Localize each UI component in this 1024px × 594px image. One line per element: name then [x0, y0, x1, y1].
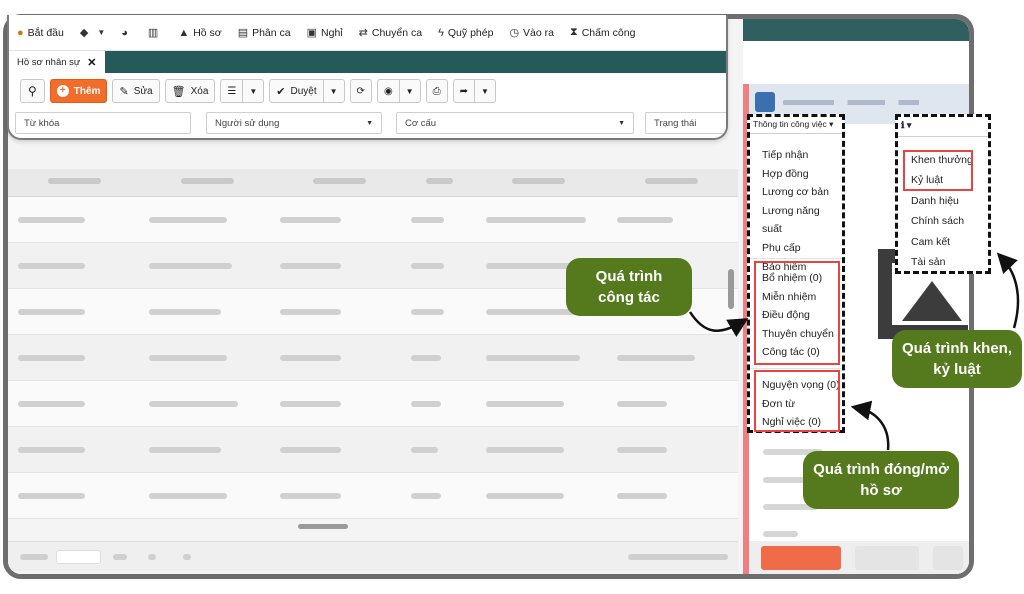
table-row[interactable] [8, 427, 738, 473]
menu-item-receive[interactable]: Tiếp nhận [762, 146, 842, 165]
work-info-dropdown: Thông tin công việc ▾ Tiếp nhận Hợp đồng… [747, 114, 845, 433]
approve-button[interactable]: ✔ Duyệt ▼ [269, 79, 345, 103]
caret-down-icon: ▼ [618, 120, 625, 127]
table-row[interactable] [8, 335, 738, 381]
binoculars-icon: ⚲ [28, 84, 37, 98]
exchange-icon: ⇄ [358, 27, 368, 39]
check-circle-icon: ✔ [276, 85, 286, 98]
menu-item-base-salary[interactable]: Lương cơ bản [762, 183, 842, 202]
list-icon: ☰ [227, 85, 237, 97]
status-select[interactable]: Trạng thái [645, 112, 726, 134]
leave-icon: ▣ [306, 27, 318, 39]
callout-work-process: Quá trình công tác [566, 258, 692, 316]
structure-select[interactable]: Cơ cấu ▼ [396, 112, 634, 134]
menu-checkin[interactable]: ◷ Vào ra [501, 15, 562, 51]
vertical-scrollbar[interactable] [728, 269, 734, 309]
main-menubar: ● Bắt đầu ◆ ▼ ◕ ▥ ▲ Hồ sơ ▤ Phân ca ▣ Nghỉ ⇄ C… [9, 15, 726, 51]
user-icon: ▲ [178, 26, 190, 39]
share-icon: ➦ [459, 85, 468, 97]
trash-icon: 🗑︎ [171, 85, 186, 98]
highlight-record-process [754, 370, 840, 432]
panel-menu-button[interactable] [755, 92, 775, 112]
tab-strip: Hồ sơ nhân sự ✕ [9, 51, 726, 73]
grid-header [8, 169, 738, 197]
grid-pager [8, 541, 738, 571]
menu-item-title[interactable]: Danh hiệu [911, 191, 973, 211]
chevron-down-icon: ▼ [329, 86, 338, 96]
view-button[interactable]: ◉ ▼ [376, 79, 421, 103]
menu-dashboard[interactable]: ◕ [113, 15, 140, 51]
tab-employee-records[interactable]: Hồ sơ nhân sự ✕ [9, 51, 105, 73]
zoomed-toolbar-window: ● Bắt đầu ◆ ▼ ◕ ▥ ▲ Hồ sơ ▤ Phân ca ▣ Nghỉ ⇄ C… [7, 15, 728, 140]
chevron-down-icon: ▼ [249, 86, 258, 96]
close-icon[interactable]: ✕ [87, 56, 96, 69]
menu-leave[interactable]: ▣ Nghỉ [299, 15, 351, 51]
reward-discipline-dropdown: ℹ ▾ Khen thưởng Kỷ luật Danh hiệu Chính … [895, 114, 991, 274]
chevron-down-icon: ▼ [97, 28, 106, 37]
hourglass-icon: ⧗ [569, 26, 578, 38]
share-button[interactable]: ➦ ▼ [452, 79, 496, 103]
info-trigger[interactable]: ℹ ▾ [901, 120, 911, 131]
employee-grid [8, 169, 738, 519]
tutorial-screenshot: ● Bắt đầu ◆ ▼ ◕ ▥ ▲ Hồ sơ ▤ Phân ca ▣ Nghỉ ⇄ C… [0, 0, 1024, 594]
menu-reports[interactable]: ▥ [140, 15, 170, 51]
table-row[interactable] [8, 197, 738, 243]
callout-reward-discipline: Quá trình khen, kỷ luật [892, 330, 1022, 388]
work-info-trigger[interactable]: Thông tin công việc ▾ [753, 119, 833, 130]
record-toolbar: ⚲ + Thêm ✎ Sửa 🗑︎ Xóa ☰ ▼ ✔ Duyệt ▼ ⟳ ◉ ▼ ⎙ ➦ ▼ [9, 78, 501, 104]
menu-profile[interactable]: ▲ Hồ sơ [170, 15, 229, 51]
highlight-reward-discipline [903, 150, 973, 191]
clock-icon: ◷ [509, 27, 520, 39]
report-icon: ▥ [147, 27, 159, 39]
cube-icon: ◆ [79, 27, 89, 39]
edit-button[interactable]: ✎ Sửa [112, 79, 160, 103]
menu-item-assets[interactable]: Tài sản [911, 252, 973, 272]
plus-icon: + [56, 85, 69, 97]
start-icon: ● [17, 26, 24, 39]
menu-modules[interactable]: ◆ ▼ [72, 15, 113, 51]
menu-shift[interactable]: ▤ Phân ca [230, 15, 299, 51]
fund-icon: ϟ [438, 26, 444, 39]
callout-record-process: Quá trình đóng/mở hồ sơ [803, 451, 959, 509]
keyword-input[interactable]: Từ khóa [15, 112, 191, 134]
chevron-down-icon: ▼ [405, 86, 414, 96]
highlight-work-process [754, 261, 840, 365]
menu-leave-fund[interactable]: ϟ Quỹ phép [430, 15, 501, 51]
horizontal-scrollbar[interactable] [298, 524, 348, 529]
refresh-icon: ⟳ [356, 85, 365, 97]
menu-item-productivity-salary[interactable]: Lương năng suất [762, 202, 842, 239]
pencil-icon: ✎ [119, 85, 129, 98]
add-button[interactable]: + Thêm [49, 79, 108, 103]
panel-files-button[interactable] [855, 546, 919, 570]
table-row[interactable] [8, 381, 738, 427]
panel-contract-button[interactable] [761, 546, 841, 570]
caret-down-icon: ▼ [366, 120, 373, 127]
refresh-button[interactable]: ⟳ [349, 79, 372, 103]
eye-icon: ◉ [383, 85, 393, 97]
menu-item-commitment[interactable]: Cam kết [911, 232, 973, 252]
menu-item-allowance[interactable]: Phụ cấp [762, 239, 842, 258]
panel-more-button[interactable] [933, 546, 963, 570]
menu-start[interactable]: ● Bắt đầu [9, 15, 72, 51]
menu-item-contract[interactable]: Hợp đồng [762, 165, 842, 184]
schedule-icon: ▤ [237, 27, 249, 39]
print-icon: ⎙ [432, 85, 441, 97]
filter-bar: Từ khóa Người sử dụng ▼ Cơ cấu ▼ Trạng thá… [9, 112, 726, 136]
delete-button[interactable]: 🗑︎ Xóa [164, 79, 216, 103]
chevron-down-icon: ▼ [480, 86, 489, 96]
user-select[interactable]: Người sử dụng ▼ [206, 112, 382, 134]
menu-item-policy[interactable]: Chính sách [911, 211, 973, 231]
menu-shift-change[interactable]: ⇄ Chuyển ca [351, 15, 430, 51]
work-group-basic: Tiếp nhận Hợp đồng Lương cơ bản Lương nă… [762, 146, 842, 276]
gauge-icon: ◕ [121, 26, 128, 39]
table-row[interactable] [8, 473, 738, 519]
binoculars-button[interactable]: ⚲ [20, 79, 45, 103]
print-button[interactable]: ⎙ [425, 79, 448, 103]
list-menu-button[interactable]: ☰ ▼ [220, 79, 265, 103]
menu-timekeeping[interactable]: ⧗ Chấm công [562, 15, 643, 51]
